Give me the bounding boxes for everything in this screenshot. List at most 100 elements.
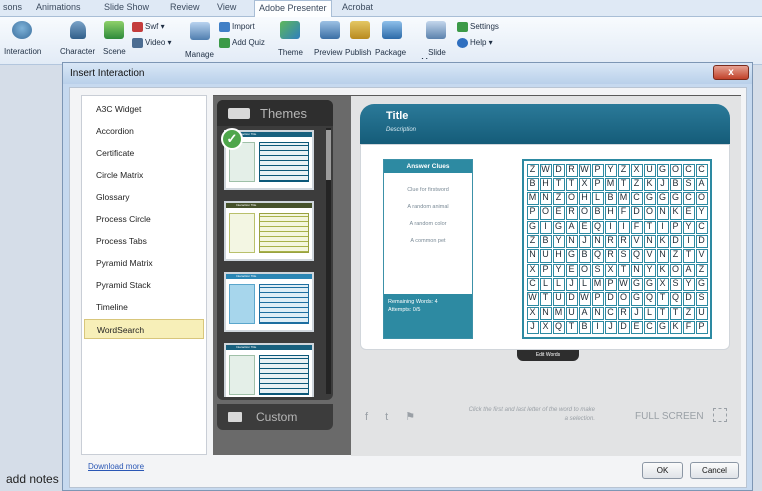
grid-cell[interactable]: T xyxy=(656,292,669,306)
grid-cell[interactable]: I xyxy=(656,220,669,235)
grid-cell[interactable]: S xyxy=(695,292,708,306)
grid-cell[interactable]: E xyxy=(565,263,578,278)
grid-cell[interactable]: M xyxy=(552,306,565,321)
custom-theme-button[interactable]: Custom xyxy=(217,404,333,430)
grid-cell[interactable]: T xyxy=(565,177,578,192)
grid-cell[interactable]: C xyxy=(526,278,539,292)
grid-cell[interactable]: N xyxy=(539,306,552,321)
grid-cell[interactable]: F xyxy=(682,321,695,335)
grid-cell[interactable]: A xyxy=(695,177,708,192)
tab-acrobat[interactable]: Acrobat xyxy=(342,2,373,12)
grid-cell[interactable]: Y xyxy=(643,263,656,278)
notes-placeholder[interactable]: add notes xyxy=(6,472,59,486)
grid-cell[interactable]: T xyxy=(617,177,630,192)
fullscreen-label[interactable]: FULL SCREEN xyxy=(635,411,704,422)
grid-cell[interactable]: G xyxy=(630,292,643,306)
add-quiz-button[interactable]: Add Quiz xyxy=(219,38,265,48)
grid-cell[interactable]: Z xyxy=(526,163,539,177)
grid-cell[interactable]: C xyxy=(643,321,656,335)
grid-cell[interactable]: S xyxy=(591,263,604,278)
grid-cell[interactable]: U xyxy=(552,292,565,306)
tab-slide-show[interactable]: Slide Show xyxy=(104,2,149,12)
grid-cell[interactable]: Y xyxy=(682,278,695,292)
grid-cell[interactable]: G xyxy=(695,278,708,292)
cancel-button[interactable]: Cancel xyxy=(690,462,739,479)
grid-cell[interactable]: D xyxy=(552,163,565,177)
grid-cell[interactable]: Z xyxy=(695,263,708,278)
grid-cell[interactable]: D xyxy=(695,235,708,249)
interaction-item-a3c-widget[interactable]: A3C Widget xyxy=(84,99,204,119)
import-button[interactable]: Import xyxy=(219,22,255,32)
grid-cell[interactable]: W xyxy=(539,163,552,177)
interaction-item-timeline[interactable]: Timeline xyxy=(84,297,204,317)
grid-cell[interactable]: P xyxy=(539,263,552,278)
grid-cell[interactable]: R xyxy=(617,235,630,249)
theme-thumb-2[interactable]: Interaction Title xyxy=(224,201,314,261)
grid-cell[interactable]: U xyxy=(643,163,656,177)
theme-thumb-4[interactable]: Interaction Title xyxy=(224,343,314,397)
grid-cell[interactable]: L xyxy=(552,278,565,292)
grid-cell[interactable]: K xyxy=(669,206,682,220)
grid-cell[interactable]: E xyxy=(552,206,565,220)
grid-cell[interactable]: R xyxy=(604,249,617,263)
grid-cell[interactable]: N xyxy=(643,235,656,249)
grid-cell[interactable]: X xyxy=(578,177,591,192)
grid-cell[interactable]: G xyxy=(656,163,669,177)
help-button[interactable]: Help ▾ xyxy=(457,38,493,48)
grid-cell[interactable]: Q xyxy=(591,220,604,235)
grid-cell[interactable]: U xyxy=(565,306,578,321)
tab-adobe-presenter[interactable]: Adobe Presenter xyxy=(254,0,332,17)
grid-cell[interactable]: D xyxy=(669,235,682,249)
grid-cell[interactable]: T xyxy=(682,249,695,263)
grid-cell[interactable]: N xyxy=(656,206,669,220)
grid-cell[interactable]: B xyxy=(591,206,604,220)
grid-cell[interactable]: Z xyxy=(630,177,643,192)
grid-cell[interactable]: S xyxy=(669,278,682,292)
grid-cell[interactable]: W xyxy=(578,292,591,306)
grid-cell[interactable]: J xyxy=(630,306,643,321)
grid-cell[interactable]: N xyxy=(630,263,643,278)
grid-cell[interactable]: I xyxy=(682,235,695,249)
grid-cell[interactable]: C xyxy=(682,192,695,206)
grid-cell[interactable]: G xyxy=(565,249,578,263)
grid-cell[interactable]: S xyxy=(617,249,630,263)
grid-cell[interactable]: O xyxy=(669,263,682,278)
grid-cell[interactable]: H xyxy=(552,249,565,263)
grid-cell[interactable]: G xyxy=(552,220,565,235)
grid-cell[interactable]: T xyxy=(552,177,565,192)
tab-review[interactable]: Review xyxy=(170,2,200,12)
grid-cell[interactable]: E xyxy=(630,321,643,335)
interaction-item-circle-matrix[interactable]: Circle Matrix xyxy=(84,165,204,185)
grid-cell[interactable]: N xyxy=(539,192,552,206)
grid-cell[interactable]: Y xyxy=(682,220,695,235)
grid-cell[interactable]: O xyxy=(578,263,591,278)
interaction-item-process-tabs[interactable]: Process Tabs xyxy=(84,231,204,251)
grid-cell[interactable]: J xyxy=(604,321,617,335)
grid-cell[interactable]: N xyxy=(565,235,578,249)
grid-cell[interactable]: E xyxy=(682,206,695,220)
grid-cell[interactable]: F xyxy=(630,220,643,235)
grid-cell[interactable]: N xyxy=(591,306,604,321)
grid-cell[interactable]: H xyxy=(604,206,617,220)
word-search-grid[interactable]: ZWDRWPYZXUGOCCBHTTXPMTZKJBSAMNZOHLBMCGGG… xyxy=(522,159,712,339)
grid-cell[interactable]: A xyxy=(578,306,591,321)
grid-cell[interactable]: Z xyxy=(669,249,682,263)
grid-cell[interactable]: R xyxy=(617,306,630,321)
grid-cell[interactable]: T xyxy=(565,321,578,335)
grid-cell[interactable]: K xyxy=(669,321,682,335)
fullscreen-icon[interactable] xyxy=(713,408,727,422)
grid-cell[interactable]: L xyxy=(578,278,591,292)
grid-cell[interactable]: L xyxy=(643,306,656,321)
grid-cell[interactable]: I xyxy=(539,220,552,235)
interaction-item-certificate[interactable]: Certificate xyxy=(84,143,204,163)
close-button[interactable]: x xyxy=(713,65,749,80)
theme-thumb-1[interactable]: Interaction Title ✓ xyxy=(221,128,314,190)
grid-cell[interactable]: W xyxy=(526,292,539,306)
tab-transitions[interactable]: sons xyxy=(3,2,22,12)
grid-cell[interactable]: C xyxy=(695,163,708,177)
grid-cell[interactable]: P xyxy=(591,177,604,192)
grid-cell[interactable]: K xyxy=(656,263,669,278)
grid-cell[interactable]: I xyxy=(617,220,630,235)
grid-cell[interactable]: M xyxy=(526,192,539,206)
grid-cell[interactable]: Q xyxy=(630,249,643,263)
